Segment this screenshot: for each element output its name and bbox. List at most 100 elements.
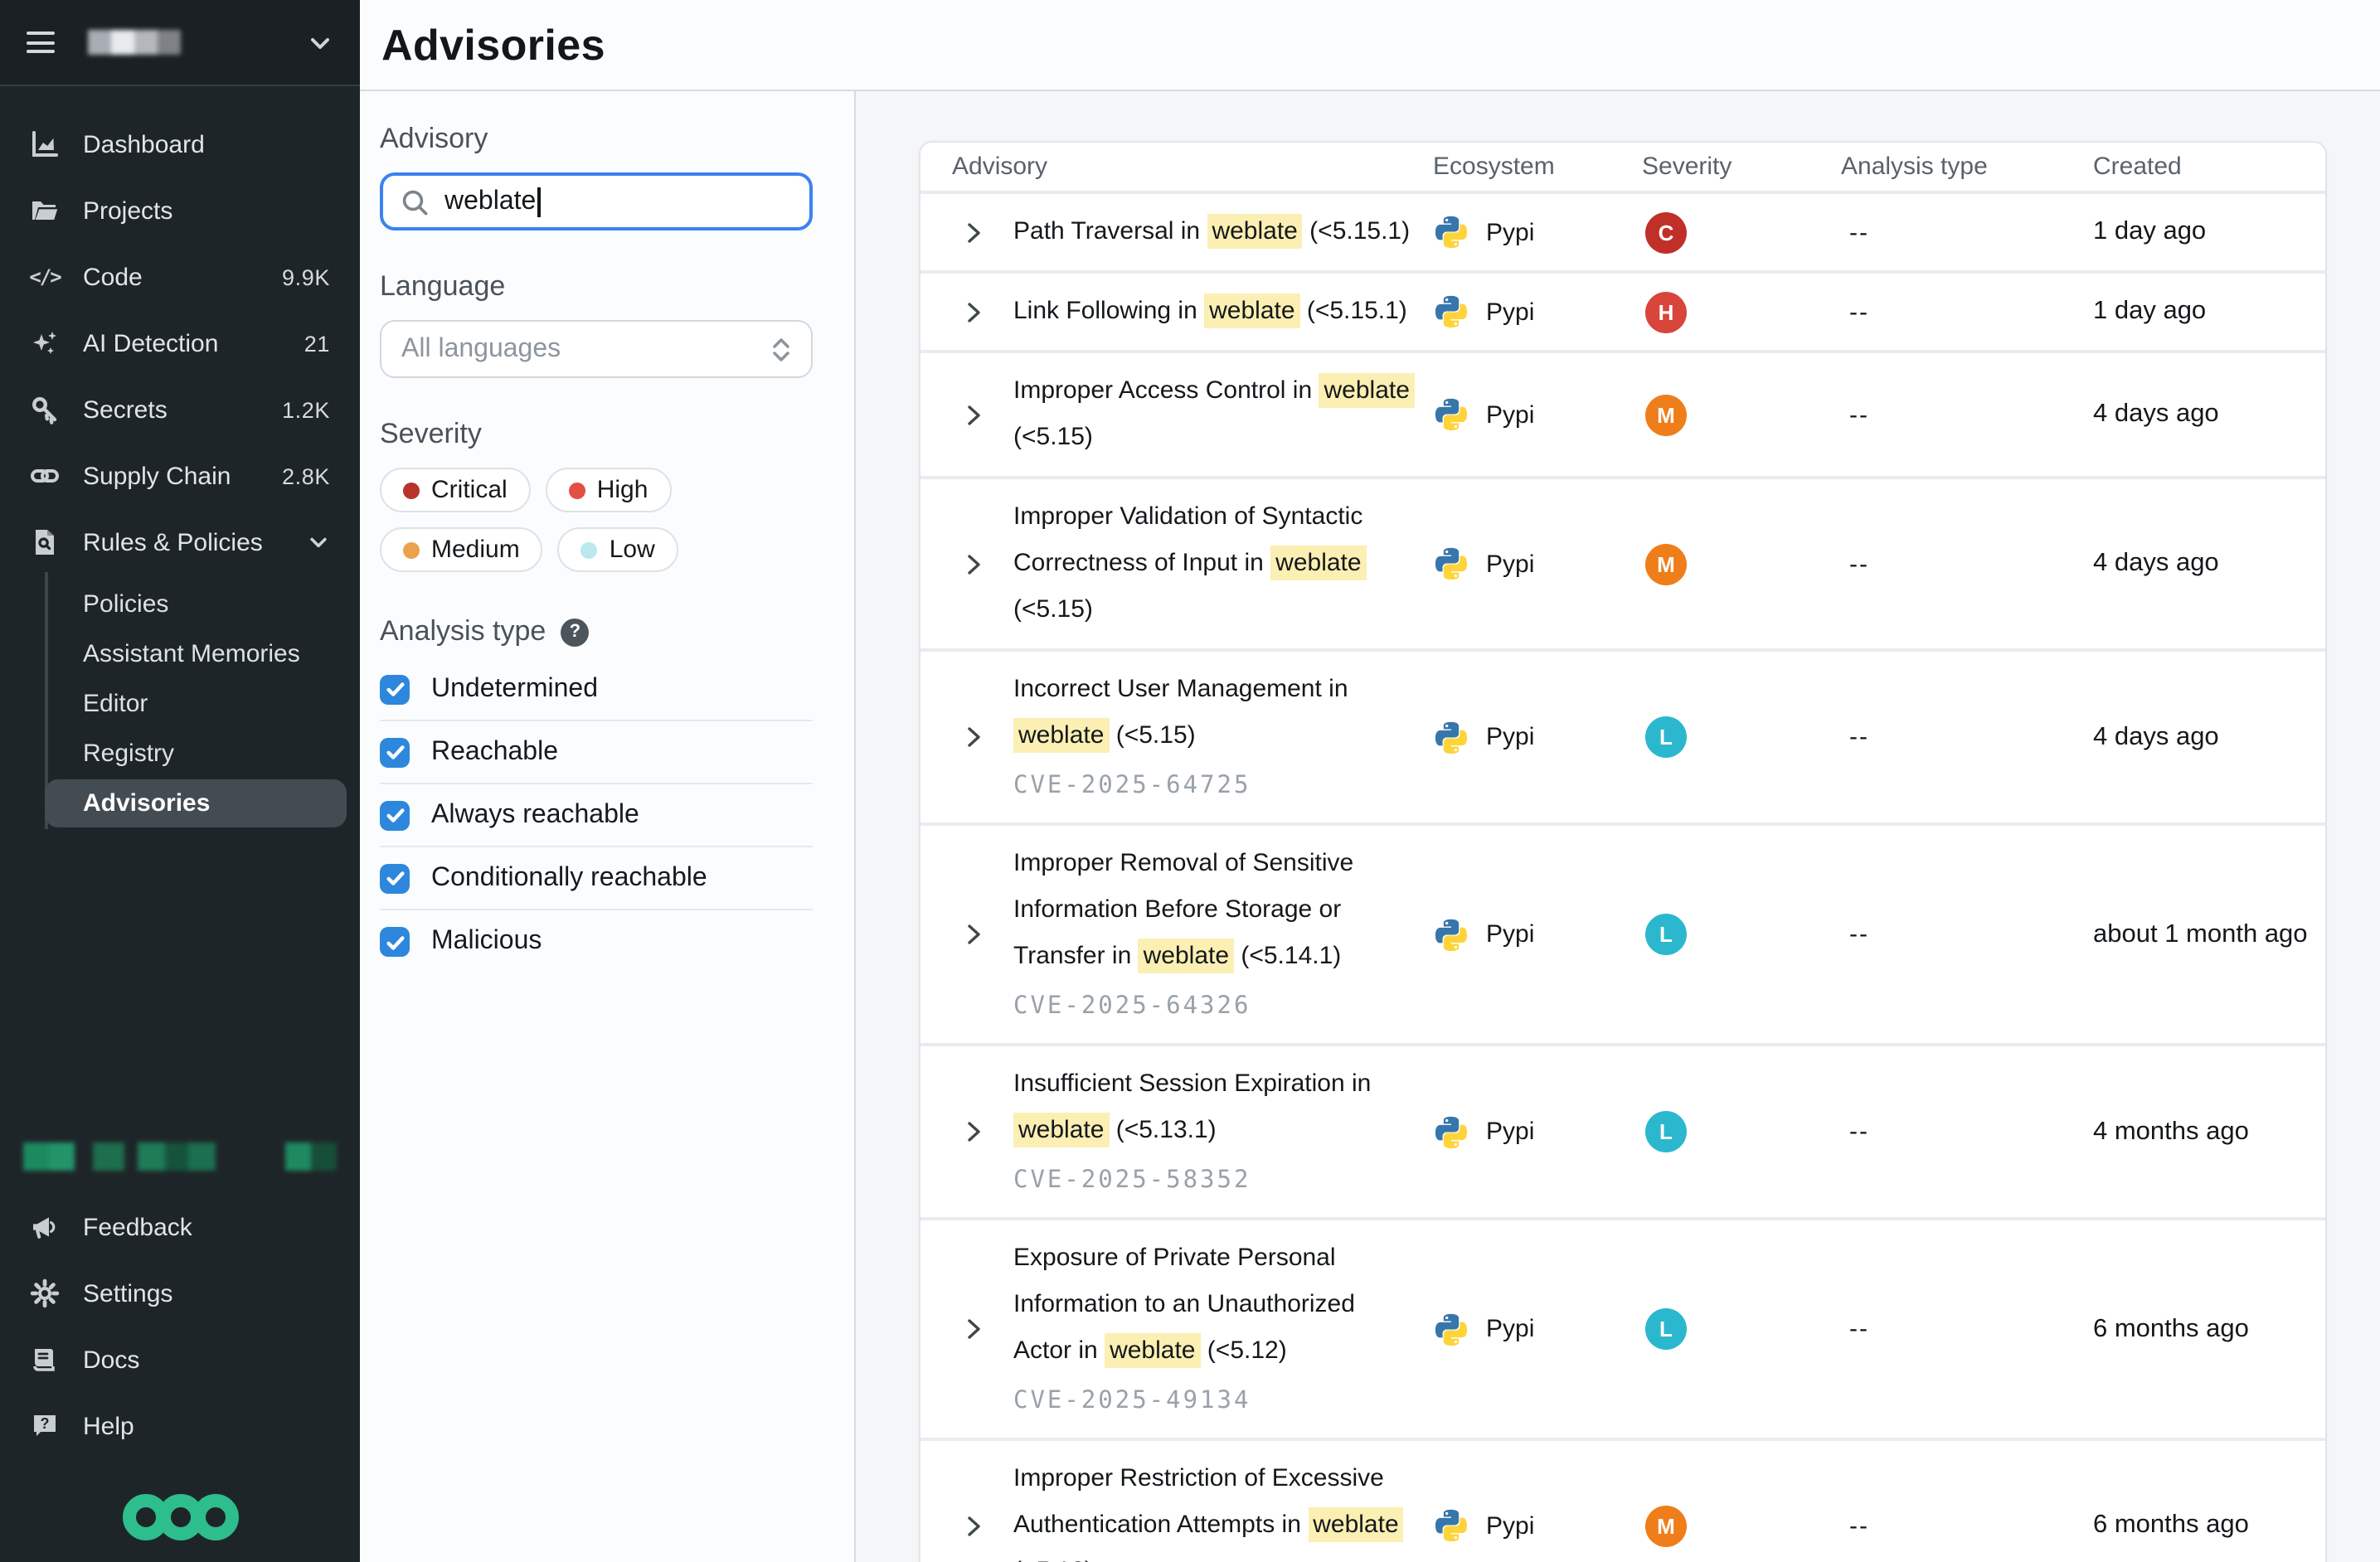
usage-meter-redacted [23,1142,337,1171]
analysis-option-conditionally-reachable[interactable]: Conditionally reachable [380,847,813,910]
table-row[interactable]: Incorrect User Management in weblate (<5… [920,652,2325,826]
sidebar-item-dashboard[interactable]: Dashboard [0,111,360,177]
dashboard-chart-icon [30,129,60,159]
sidebar-item-secrets[interactable]: Secrets 1.2K [0,376,360,443]
table-row[interactable]: Improper Restriction of Excessive Authen… [920,1441,2325,1562]
created-cell: 4 months ago [2093,1117,2325,1147]
created-cell: 4 days ago [2093,400,2325,429]
python-logo-icon [1433,1507,1469,1544]
sidebar-item-label: Supply Chain [83,462,231,490]
severity-cell: L [1642,716,1841,758]
highlighted-search-match: weblate [1139,939,1234,973]
sidebar-item-projects[interactable]: Projects [0,177,360,244]
ecosystem-cell: Pypi [1433,546,1642,582]
advisory-title: Path Traversal in weblate (<5.15.1) [1013,209,1418,255]
org-switcher-chevron-down-icon[interactable] [307,29,333,56]
advisory-title: Improper Validation of Syntactic Correct… [1013,494,1418,633]
table-row[interactable]: Improper Removal of Sensitive Informatio… [920,826,2325,1046]
svg-text:?: ? [41,1415,50,1432]
created-cell: 4 days ago [2093,549,2325,579]
sidebar-item-label: Dashboard [83,130,205,158]
sidebar-item-assistant-memories[interactable]: Assistant Memories [0,628,360,678]
sidebar-item-count: 2.8K [282,463,330,488]
table-row[interactable]: Link Following in weblate (<5.15.1) Pypi… [920,274,2325,353]
row-expand-chevron-right-icon[interactable] [964,220,987,245]
advisory-search-input[interactable]: weblate [380,172,813,230]
row-expand-chevron-right-icon[interactable] [964,922,987,947]
help-bubble-icon: ? [30,1411,60,1441]
table-row[interactable]: Improper Validation of Syntactic Correct… [920,479,2325,652]
severity-badge: C [1645,211,1687,253]
ecosystem-label: Pypi [1486,1315,1534,1343]
table-row[interactable]: Exposure of Private Personal Information… [920,1220,2325,1441]
highlighted-search-match: weblate [1207,214,1302,249]
highlighted-search-match: weblate [1013,718,1109,753]
analysis-type-cell: -- [1841,400,2093,429]
advisory-title: Improper Restriction of Excessive Authen… [1013,1456,1418,1562]
severity-chip-low[interactable]: Low [558,527,678,572]
table-row[interactable]: Improper Access Control in weblate (<5.1… [920,353,2325,479]
sidebar-item-ai-detection[interactable]: AI Detection 21 [0,310,360,376]
severity-chips: Critical High Medium Low [380,468,813,572]
table-row[interactable]: Insufficient Session Expiration in webla… [920,1046,2325,1220]
severity-badge: H [1645,291,1687,332]
row-expand-chevron-right-icon[interactable] [964,1119,987,1144]
sidebar-item-settings[interactable]: Settings [0,1260,360,1327]
sidebar-item-editor[interactable]: Editor [0,678,360,728]
severity-chip-high[interactable]: High [546,468,672,512]
checkbox-checked-icon[interactable] [380,927,410,957]
hamburger-menu-icon[interactable] [27,32,55,53]
checkbox-checked-icon[interactable] [380,737,410,767]
row-expand-chevron-right-icon[interactable] [964,1513,987,1538]
severity-chip-medium[interactable]: Medium [380,527,543,572]
ecosystem-label: Pypi [1486,920,1534,948]
sidebar-item-advisories[interactable]: Advisories [45,779,347,827]
sidebar-item-count: 21 [304,331,330,356]
sidebar-item-count: 9.9K [282,264,330,289]
checkbox-checked-icon[interactable] [380,674,410,704]
checkbox-label: Malicious [431,927,542,957]
language-select[interactable]: All languages [380,320,813,378]
analysis-option-undetermined[interactable]: Undetermined [380,658,813,721]
row-expand-chevron-right-icon[interactable] [964,725,987,749]
ecosystem-cell: Pypi [1433,1113,1642,1150]
ecosystem-cell: Pypi [1433,1507,1642,1544]
sidebar-item-registry[interactable]: Registry [0,728,360,778]
severity-badge: L [1645,1111,1687,1152]
sidebar-item-help[interactable]: ? Help [0,1393,360,1459]
created-cell: 6 months ago [2093,1511,2325,1540]
analysis-type-label: Analysis type [380,615,546,648]
search-icon [400,187,430,216]
severity-cell: M [1642,394,1841,435]
advisories-table: Advisory Ecosystem Severity Analysis typ… [919,141,2327,1562]
ecosystem-cell: Pypi [1433,214,1642,250]
chip-label: Critical [431,476,508,504]
sidebar-item-feedback[interactable]: Feedback [0,1194,360,1260]
advisory-title: Exposure of Private Personal Information… [1013,1235,1418,1375]
analysis-option-always-reachable[interactable]: Always reachable [380,784,813,847]
analysis-option-reachable[interactable]: Reachable [380,721,813,784]
row-expand-chevron-right-icon[interactable] [964,551,987,576]
checkbox-checked-icon[interactable] [380,800,410,830]
sidebar-item-label: Rules & Policies [83,528,263,556]
sidebar-item-rules-policies[interactable]: Rules & Policies [0,509,360,575]
sidebar-item-code[interactable]: </> Code 9.9K [0,244,360,310]
cve-id: CVE-2025-64326 [1013,987,1418,1028]
help-icon[interactable]: ? [561,618,589,646]
advisory-title: Improper Removal of Sensitive Informatio… [1013,841,1418,980]
sidebar-item-docs[interactable]: Docs [0,1327,360,1393]
row-expand-chevron-right-icon[interactable] [964,1317,987,1341]
content: Advisory weblate Language All languages … [360,91,2380,1562]
checkbox-checked-icon[interactable] [380,863,410,893]
python-logo-icon [1433,719,1469,755]
advisory-title: Link Following in weblate (<5.15.1) [1013,289,1418,335]
analysis-option-malicious[interactable]: Malicious [380,910,813,973]
row-expand-chevron-right-icon[interactable] [964,299,987,324]
highlighted-search-match: weblate [1105,1333,1200,1368]
table-row[interactable]: Path Traversal in weblate (<5.15.1) Pypi… [920,194,2325,274]
row-expand-chevron-right-icon[interactable] [964,402,987,427]
rules-expand-chevron-down-icon [307,531,330,554]
sidebar-item-policies[interactable]: Policies [0,579,360,628]
severity-chip-critical[interactable]: Critical [380,468,531,512]
sidebar-item-supply-chain[interactable]: Supply Chain 2.8K [0,443,360,509]
